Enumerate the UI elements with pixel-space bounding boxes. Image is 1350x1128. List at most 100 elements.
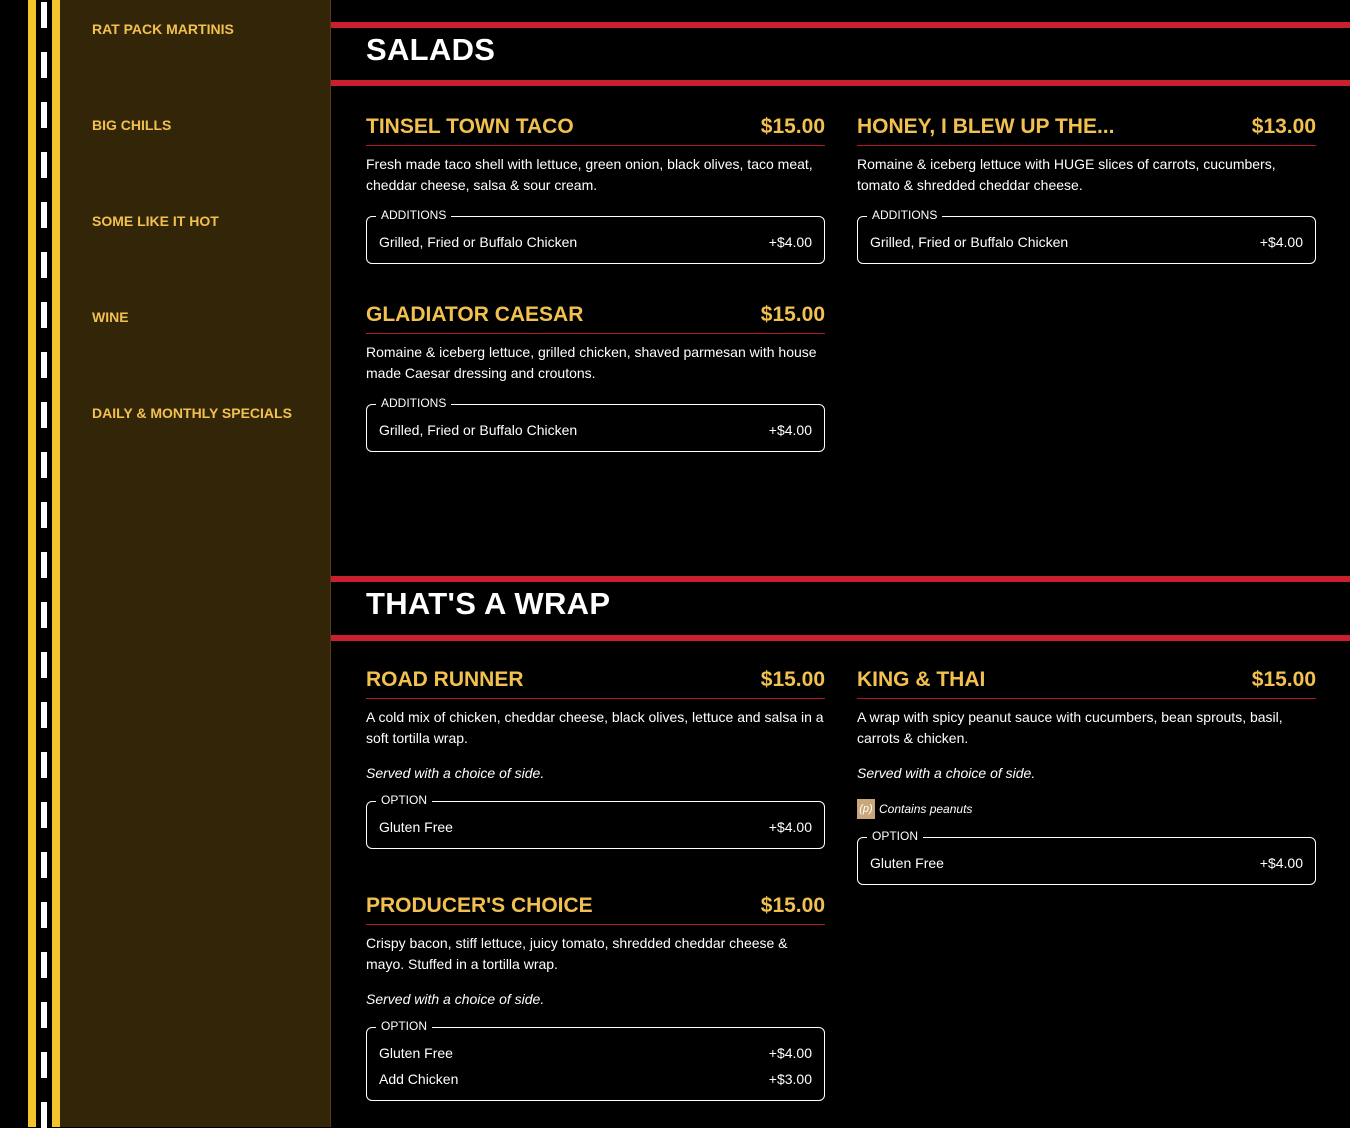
- addition-label: Grilled, Fried or Buffalo Chicken: [379, 234, 578, 250]
- option-box: OPTION Gluten Free +$4.00: [857, 829, 1316, 885]
- road-edge-right: [52, 0, 60, 1127]
- section-divider-top: [331, 22, 1350, 28]
- menu-item-header: KING & THAI $15.00: [857, 664, 1316, 699]
- menu-item-description: Romaine & iceberg lettuce, grilled chick…: [366, 344, 817, 381]
- menu-item-header: GLADIATOR CAESAR $15.00: [366, 299, 825, 334]
- section-title-wraps: THAT'S A WRAP: [366, 586, 611, 621]
- option-label: OPTION: [376, 793, 433, 807]
- section-title-salads: SALADS: [366, 32, 496, 67]
- road-dash: [41, 852, 47, 878]
- road-dash: [41, 102, 47, 128]
- road-dash: [41, 902, 47, 928]
- section-divider-bottom: [331, 635, 1350, 641]
- option-row[interactable]: Gluten Free +$4.00: [379, 814, 812, 840]
- allergen-text: Contains peanuts: [879, 802, 973, 816]
- addition-row[interactable]: Grilled, Fried or Buffalo Chicken +$4.00: [379, 417, 812, 443]
- menu-item-note: Served with a choice of side.: [366, 765, 545, 781]
- road-dash: [41, 1052, 47, 1078]
- menu-item: HONEY, I BLEW UP THE... $13.00 Romaine &…: [857, 111, 1316, 264]
- option-name: Gluten Free: [379, 1045, 453, 1061]
- menu-item-note: Served with a choice of side.: [366, 991, 545, 1007]
- road-dash: [41, 302, 47, 328]
- section-divider-bottom: [331, 80, 1350, 86]
- option-row[interactable]: Add Chicken +$3.00: [379, 1066, 812, 1092]
- menu-item-price: $15.00: [760, 894, 825, 917]
- menu-item-note: Served with a choice of side.: [857, 765, 1036, 781]
- road-stripe-decoration: [28, 0, 60, 1128]
- option-label: OPTION: [867, 829, 924, 843]
- road-dash: [41, 752, 47, 778]
- menu-item-description: Fresh made taco shell with lettuce, gree…: [366, 156, 813, 193]
- option-label: OPTION: [376, 1019, 433, 1033]
- road-dash: [41, 52, 47, 78]
- menu-item-description: A cold mix of chicken, cheddar cheese, b…: [366, 709, 824, 746]
- option-name: Gluten Free: [379, 819, 453, 835]
- additions-label: ADDITIONS: [376, 396, 452, 410]
- nav-item-big-chills[interactable]: BIG CHILLS: [92, 117, 171, 133]
- road-dash: [41, 602, 47, 628]
- road-dash: [41, 402, 47, 428]
- menu-item-price: $15.00: [760, 115, 825, 138]
- option-box: OPTION Gluten Free +$4.00: [366, 793, 825, 849]
- option-price: +$3.00: [768, 1071, 812, 1087]
- menu-item: TINSEL TOWN TACO $15.00 Fresh made taco …: [366, 111, 825, 264]
- road-dash: [41, 702, 47, 728]
- menu-item-header: TINSEL TOWN TACO $15.00: [366, 111, 825, 146]
- menu-item: PRODUCER'S CHOICE $15.00 Crispy bacon, s…: [366, 890, 825, 1101]
- addition-label: Grilled, Fried or Buffalo Chicken: [379, 422, 578, 438]
- nav-item-daily-monthly-specials[interactable]: DAILY & MONTHLY SPECIALS: [92, 405, 292, 421]
- peanut-allergen-icon: (p): [857, 799, 875, 819]
- road-dash: [41, 952, 47, 978]
- road-dash: [41, 152, 47, 178]
- road-dash: [41, 202, 47, 228]
- menu-item: KING & THAI $15.00 A wrap with spicy pea…: [857, 664, 1316, 885]
- road-dash: [41, 252, 47, 278]
- road-dash: [41, 2, 47, 28]
- additions-box: ADDITIONS Grilled, Fried or Buffalo Chic…: [366, 208, 825, 264]
- road-dash: [41, 802, 47, 828]
- menu-content: SALADS TINSEL TOWN TACO $15.00 Fresh mad…: [331, 0, 1350, 1127]
- addition-label: Grilled, Fried or Buffalo Chicken: [870, 234, 1069, 250]
- option-row[interactable]: Gluten Free +$4.00: [870, 850, 1303, 876]
- road-dash: [41, 352, 47, 378]
- additions-box: ADDITIONS Grilled, Fried or Buffalo Chic…: [857, 208, 1316, 264]
- option-price: +$4.00: [768, 819, 812, 835]
- road-edge-left: [28, 0, 36, 1127]
- option-price: +$4.00: [768, 1045, 812, 1061]
- nav-item-rat-pack-martinis[interactable]: RAT PACK MARTINIS: [92, 21, 234, 37]
- menu-item-price: $15.00: [760, 303, 825, 326]
- allergen-notice: (p) Contains peanuts: [857, 799, 1316, 819]
- menu-item-description: Romaine & iceberg lettuce with HUGE slic…: [857, 156, 1276, 193]
- option-box: OPTION Gluten Free +$4.00 Add Chicken +$…: [366, 1019, 825, 1101]
- addition-row[interactable]: Grilled, Fried or Buffalo Chicken +$4.00: [379, 229, 812, 255]
- additions-box: ADDITIONS Grilled, Fried or Buffalo Chic…: [366, 396, 825, 452]
- road-dash: [41, 452, 47, 478]
- menu-item-price: $15.00: [1251, 668, 1316, 691]
- addition-price: +$4.00: [768, 422, 812, 438]
- menu-item-header: PRODUCER'S CHOICE $15.00: [366, 890, 825, 925]
- menu-item-header: ROAD RUNNER $15.00: [366, 664, 825, 699]
- addition-price: +$4.00: [768, 234, 812, 250]
- option-name: Add Chicken: [379, 1071, 459, 1087]
- menu-item-name: KING & THAI: [857, 668, 986, 691]
- option-price: +$4.00: [1259, 855, 1303, 871]
- menu-item-price: $15.00: [760, 668, 825, 691]
- menu-item-description: Crispy bacon, stiff lettuce, juicy tomat…: [366, 935, 788, 972]
- road-dash: [41, 1002, 47, 1028]
- addition-row[interactable]: Grilled, Fried or Buffalo Chicken +$4.00: [870, 229, 1303, 255]
- additions-label: ADDITIONS: [376, 208, 452, 222]
- nav-item-wine[interactable]: WINE: [92, 309, 129, 325]
- road-dash: [41, 502, 47, 528]
- nav-item-some-like-it-hot[interactable]: SOME LIKE IT HOT: [92, 213, 219, 229]
- section-divider-top: [331, 576, 1350, 582]
- menu-item-name: HONEY, I BLEW UP THE...: [857, 115, 1115, 138]
- menu-item-description: A wrap with spicy peanut sauce with cucu…: [857, 709, 1283, 746]
- road-dash: [41, 552, 47, 578]
- menu-item-name: ROAD RUNNER: [366, 668, 524, 691]
- menu-item-name: TINSEL TOWN TACO: [366, 115, 574, 138]
- menu-item-name: PRODUCER'S CHOICE: [366, 894, 593, 917]
- menu-item: GLADIATOR CAESAR $15.00 Romaine & iceber…: [366, 299, 825, 452]
- road-dash: [41, 652, 47, 678]
- option-row[interactable]: Gluten Free +$4.00: [379, 1040, 812, 1066]
- menu-item-price: $13.00: [1251, 115, 1316, 138]
